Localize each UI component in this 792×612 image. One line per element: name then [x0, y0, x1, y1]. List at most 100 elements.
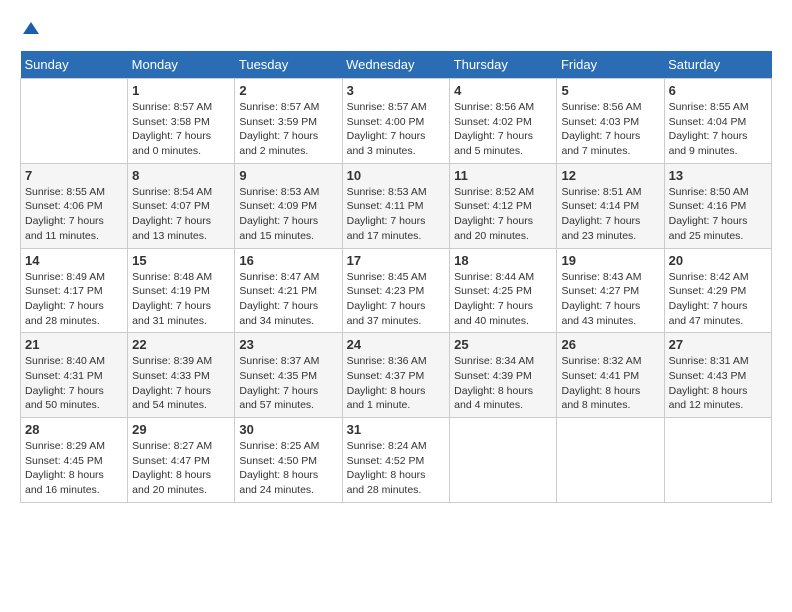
day-info: Sunrise: 8:52 AM Sunset: 4:12 PM Dayligh… [454, 185, 552, 244]
weekday-header-thursday: Thursday [450, 51, 557, 79]
calendar-cell: 17 Sunrise: 8:45 AM Sunset: 4:23 PM Dayli… [342, 248, 450, 333]
day-info: Sunrise: 8:31 AM Sunset: 4:43 PM Dayligh… [669, 354, 767, 413]
day-info: Sunrise: 8:43 AM Sunset: 4:27 PM Dayligh… [561, 270, 659, 329]
calendar-cell: 15Sunrise: 8:48 AM Sunset: 4:19 PM Dayli… [128, 248, 235, 333]
day-info: Sunrise: 8:50 AM Sunset: 4:16 PM Dayligh… [669, 185, 767, 244]
day-info: Sunrise: 8:39 AM Sunset: 4:33 PM Dayligh… [132, 354, 230, 413]
weekday-header-tuesday: Tuesday [235, 51, 342, 79]
calendar-week-row: 7 Sunrise: 8:55 AM Sunset: 4:06 PM Daylig… [21, 163, 772, 248]
day-info: Sunrise: 8:57 AM Sunset: 3:59 PM Dayligh… [239, 100, 337, 159]
calendar-cell [664, 418, 771, 503]
calendar-cell: 28Sunrise: 8:29 AM Sunset: 4:45 PM Dayli… [21, 418, 128, 503]
day-info: Sunrise: 8:53 AM Sunset: 4:11 PM Dayligh… [347, 185, 446, 244]
day-number: 29 [132, 422, 230, 437]
day-number: 24 [347, 337, 446, 352]
day-number: 11 [454, 168, 552, 183]
day-number: 14 [25, 253, 123, 268]
day-info: Sunrise: 8:27 AM Sunset: 4:47 PM Dayligh… [132, 439, 230, 498]
calendar-week-row: 14Sunrise: 8:49 AM Sunset: 4:17 PM Dayli… [21, 248, 772, 333]
calendar-week-row: 28Sunrise: 8:29 AM Sunset: 4:45 PM Dayli… [21, 418, 772, 503]
day-number: 30 [239, 422, 337, 437]
calendar-cell: 10 Sunrise: 8:53 AM Sunset: 4:11 PM Dayli… [342, 163, 450, 248]
calendar-week-row: 1 Sunrise: 8:57 AM Sunset: 3:58 PM Daylig… [21, 79, 772, 164]
calendar-cell: 8 Sunrise: 8:54 AM Sunset: 4:07 PM Daylig… [128, 163, 235, 248]
day-info: Sunrise: 8:55 AM Sunset: 4:04 PM Dayligh… [669, 100, 767, 159]
calendar-table: SundayMondayTuesdayWednesdayThursdayFrid… [20, 51, 772, 503]
weekday-header-wednesday: Wednesday [342, 51, 450, 79]
calendar-cell: 26Sunrise: 8:32 AM Sunset: 4:41 PM Dayli… [557, 333, 664, 418]
day-number: 1 [132, 83, 230, 98]
day-number: 16 [239, 253, 337, 268]
logo [20, 20, 39, 41]
day-number: 5 [561, 83, 659, 98]
day-info: Sunrise: 8:55 AM Sunset: 4:06 PM Dayligh… [25, 185, 123, 244]
calendar-cell: 1 Sunrise: 8:57 AM Sunset: 3:58 PM Daylig… [128, 79, 235, 164]
day-info: Sunrise: 8:40 AM Sunset: 4:31 PM Dayligh… [25, 354, 123, 413]
day-info: Sunrise: 8:29 AM Sunset: 4:45 PM Dayligh… [25, 439, 123, 498]
calendar-cell: 2 Sunrise: 8:57 AM Sunset: 3:59 PM Daylig… [235, 79, 342, 164]
weekday-header-friday: Friday [557, 51, 664, 79]
day-number: 7 [25, 168, 123, 183]
day-info: Sunrise: 8:25 AM Sunset: 4:50 PM Dayligh… [239, 439, 337, 498]
calendar-cell: 19 Sunrise: 8:43 AM Sunset: 4:27 PM Dayli… [557, 248, 664, 333]
day-number: 8 [132, 168, 230, 183]
day-info: Sunrise: 8:36 AM Sunset: 4:37 PM Dayligh… [347, 354, 446, 413]
day-info: Sunrise: 8:42 AM Sunset: 4:29 PM Dayligh… [669, 270, 767, 329]
day-info: Sunrise: 8:56 AM Sunset: 4:02 PM Dayligh… [454, 100, 552, 159]
day-number: 19 [561, 253, 659, 268]
day-number: 23 [239, 337, 337, 352]
day-number: 6 [669, 83, 767, 98]
day-info: Sunrise: 8:54 AM Sunset: 4:07 PM Dayligh… [132, 185, 230, 244]
calendar-cell: 11 Sunrise: 8:52 AM Sunset: 4:12 PM Dayli… [450, 163, 557, 248]
calendar-cell [557, 418, 664, 503]
day-info: Sunrise: 8:57 AM Sunset: 3:58 PM Dayligh… [132, 100, 230, 159]
calendar-week-row: 21 Sunrise: 8:40 AM Sunset: 4:31 PM Dayli… [21, 333, 772, 418]
day-info: Sunrise: 8:34 AM Sunset: 4:39 PM Dayligh… [454, 354, 552, 413]
day-info: Sunrise: 8:48 AM Sunset: 4:19 PM Dayligh… [132, 270, 230, 329]
day-number: 13 [669, 168, 767, 183]
day-number: 27 [669, 337, 767, 352]
day-number: 2 [239, 83, 337, 98]
calendar-cell: 6 Sunrise: 8:55 AM Sunset: 4:04 PM Daylig… [664, 79, 771, 164]
weekday-header-saturday: Saturday [664, 51, 771, 79]
calendar-cell: 14Sunrise: 8:49 AM Sunset: 4:17 PM Dayli… [21, 248, 128, 333]
day-info: Sunrise: 8:44 AM Sunset: 4:25 PM Dayligh… [454, 270, 552, 329]
calendar-cell: 9 Sunrise: 8:53 AM Sunset: 4:09 PM Daylig… [235, 163, 342, 248]
calendar-cell: 5 Sunrise: 8:56 AM Sunset: 4:03 PM Daylig… [557, 79, 664, 164]
day-info: Sunrise: 8:51 AM Sunset: 4:14 PM Dayligh… [561, 185, 659, 244]
calendar-cell: 25 Sunrise: 8:34 AM Sunset: 4:39 PM Dayli… [450, 333, 557, 418]
calendar-cell: 31Sunrise: 8:24 AM Sunset: 4:52 PM Dayli… [342, 418, 450, 503]
day-info: Sunrise: 8:47 AM Sunset: 4:21 PM Dayligh… [239, 270, 337, 329]
day-number: 10 [347, 168, 446, 183]
day-number: 21 [25, 337, 123, 352]
day-number: 3 [347, 83, 446, 98]
calendar-cell: 20 Sunrise: 8:42 AM Sunset: 4:29 PM Dayli… [664, 248, 771, 333]
weekday-header-sunday: Sunday [21, 51, 128, 79]
calendar-cell: 12Sunrise: 8:51 AM Sunset: 4:14 PM Dayli… [557, 163, 664, 248]
day-info: Sunrise: 8:53 AM Sunset: 4:09 PM Dayligh… [239, 185, 337, 244]
day-info: Sunrise: 8:56 AM Sunset: 4:03 PM Dayligh… [561, 100, 659, 159]
day-number: 26 [561, 337, 659, 352]
day-number: 18 [454, 253, 552, 268]
calendar-cell: 3 Sunrise: 8:57 AM Sunset: 4:00 PM Daylig… [342, 79, 450, 164]
calendar-cell: 24 Sunrise: 8:36 AM Sunset: 4:37 PM Dayli… [342, 333, 450, 418]
calendar-cell: 22 Sunrise: 8:39 AM Sunset: 4:33 PM Dayli… [128, 333, 235, 418]
day-number: 20 [669, 253, 767, 268]
day-number: 22 [132, 337, 230, 352]
day-info: Sunrise: 8:45 AM Sunset: 4:23 PM Dayligh… [347, 270, 446, 329]
day-info: Sunrise: 8:24 AM Sunset: 4:52 PM Dayligh… [347, 439, 446, 498]
day-info: Sunrise: 8:57 AM Sunset: 4:00 PM Dayligh… [347, 100, 446, 159]
calendar-cell: 27 Sunrise: 8:31 AM Sunset: 4:43 PM Dayli… [664, 333, 771, 418]
calendar-cell: 13 Sunrise: 8:50 AM Sunset: 4:16 PM Dayli… [664, 163, 771, 248]
calendar-cell: 18 Sunrise: 8:44 AM Sunset: 4:25 PM Dayli… [450, 248, 557, 333]
calendar-cell: 23Sunrise: 8:37 AM Sunset: 4:35 PM Dayli… [235, 333, 342, 418]
day-number: 9 [239, 168, 337, 183]
day-number: 4 [454, 83, 552, 98]
calendar-cell: 7 Sunrise: 8:55 AM Sunset: 4:06 PM Daylig… [21, 163, 128, 248]
calendar-cell [21, 79, 128, 164]
page-header [20, 20, 772, 41]
calendar-cell [450, 418, 557, 503]
day-number: 17 [347, 253, 446, 268]
day-number: 25 [454, 337, 552, 352]
calendar-cell: 21 Sunrise: 8:40 AM Sunset: 4:31 PM Dayli… [21, 333, 128, 418]
